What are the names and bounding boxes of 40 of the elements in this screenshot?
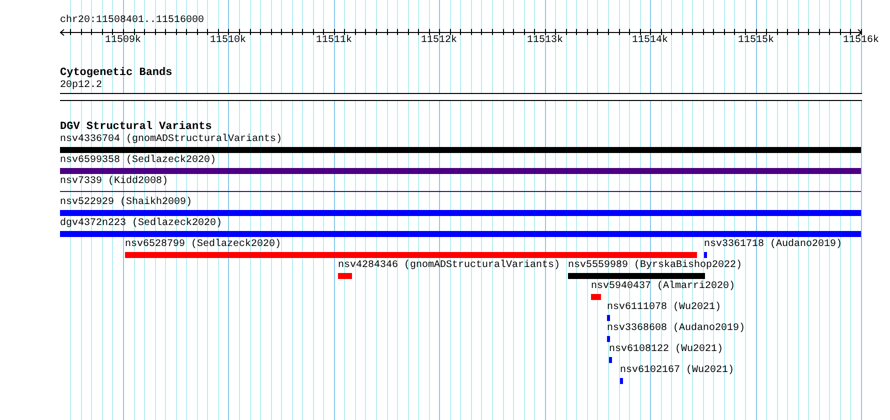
ruler-tick-label: 11515k [736,35,775,47]
variant-bar[interactable] [125,252,697,258]
variant-label: nsv4284346 (gnomADStructuralVariants) [338,260,560,272]
track-title: DGV Structural Variants [60,121,212,133]
variant-bar[interactable] [60,168,861,174]
region-label: chr20:11508401..11516000 [60,15,204,27]
track-title: Cytogenetic Bands [60,67,172,79]
ruler-tick-label: 11513k [526,35,564,47]
variant-label: nsv5559989 (ByrskaBishop2022) [568,260,742,272]
variant-label: nsv3361718 (Audano2019) [704,239,842,251]
variant-label: nsv6528799 (Sedlazeck2020) [125,239,282,251]
variant-bar[interactable] [60,147,861,153]
variant-label: nsv6108122 (Wu2021) [609,344,724,356]
variant-label: nsv5940437 (Almarri2020) [591,281,736,293]
variant-label: nsv6102167 (Wu2021) [620,365,734,377]
variant-bar[interactable] [620,378,623,384]
ruler-tick-label: 11511k [314,35,353,47]
variant-bar[interactable] [607,315,610,321]
variant-bar[interactable] [60,210,861,216]
variant-bar[interactable] [591,294,601,300]
variant-label: nsv3368608 (Audano2019) [607,323,746,335]
variant-label: nsv6111078 (Wu2021) [607,302,722,314]
ruler-tick-label: 11510k [208,35,247,47]
variant-bar[interactable] [704,252,707,258]
variant-label: nsv4336704 (gnomADStructuralVariants) [60,134,282,146]
ruler-tick-label: 11509k [104,35,142,47]
variant-bar[interactable] [568,273,705,279]
variant-bar[interactable] [338,273,352,279]
variant-label: nsv6599358 (Sedlazeck2020) [60,155,216,167]
variant-line[interactable] [60,191,861,192]
band-label: 20p12.2 [60,80,102,92]
ruler-tick-label: 11514k [630,35,669,47]
ruler-tick-label: 11516k [842,35,880,47]
variant-label: nsv522929 (Shaikh2009) [60,197,192,209]
variant-bar[interactable] [607,336,610,342]
variant-bar[interactable] [609,357,612,363]
variant-bar[interactable] [60,231,861,237]
ruler-tick-label: 11512k [420,35,458,47]
variant-label: dgv4372n223 (Sedlazeck2020) [60,218,222,230]
variant-label: nsv7339 (Kidd2008) [60,176,168,188]
